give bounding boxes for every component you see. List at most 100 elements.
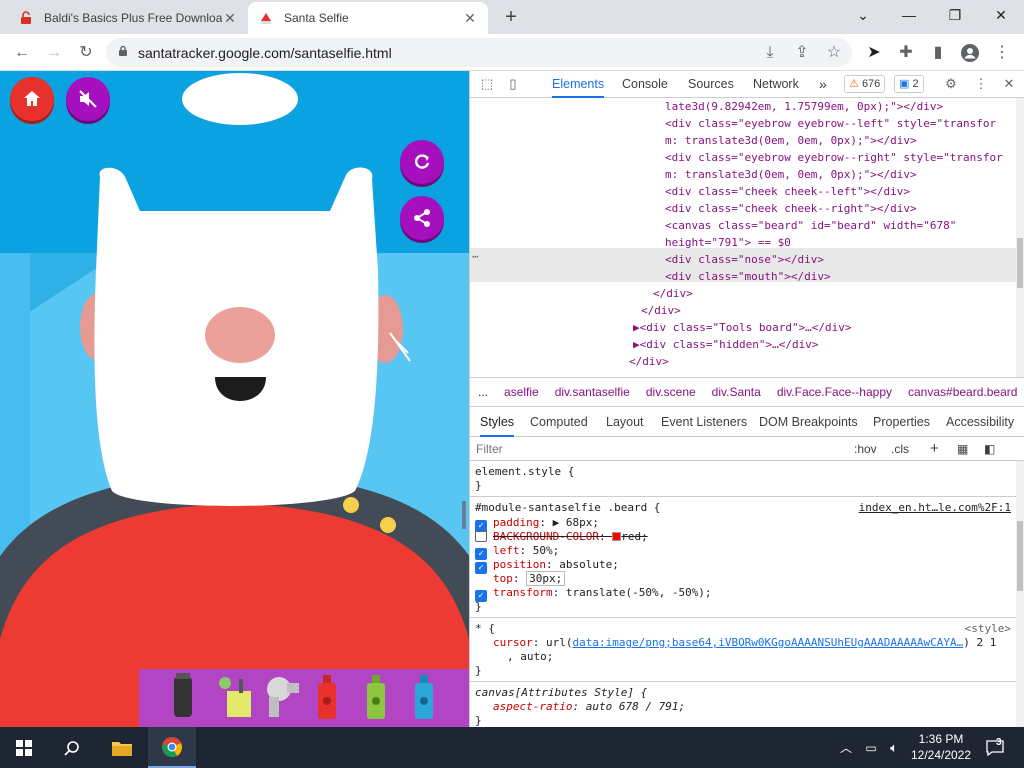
dom-line[interactable]: <div class="mouth"></div> bbox=[665, 268, 831, 285]
home-button[interactable] bbox=[10, 77, 54, 121]
dom-line[interactable]: <div class="nose"></div> bbox=[665, 251, 824, 268]
extensions-puzzle-icon[interactable]: ✚ bbox=[892, 39, 920, 67]
mute-button[interactable] bbox=[66, 77, 110, 121]
tab-event-listeners[interactable]: Event Listeners bbox=[661, 407, 747, 437]
breadcrumb-item[interactable]: aselfie bbox=[504, 385, 539, 399]
menu-kebab-icon[interactable]: ⋮ bbox=[988, 39, 1016, 67]
css-property-row-editing[interactable]: top: 30px; bbox=[493, 571, 566, 586]
close-window-button[interactable]: ✕ bbox=[978, 0, 1024, 30]
dom-line[interactable]: <div class="eyebrow eyebrow--right" styl… bbox=[665, 149, 1003, 166]
hair-dryer-tool[interactable] bbox=[267, 677, 299, 717]
menu-kebab-icon[interactable]: ⋮ bbox=[972, 75, 990, 93]
property-checkbox[interactable] bbox=[475, 530, 487, 542]
breadcrumb-item[interactable]: div.scene bbox=[646, 385, 696, 399]
tab-baldis-basics[interactable]: Baldi's Basics Plus Free Download ✕ bbox=[8, 2, 248, 34]
breadcrumb-item-selected[interactable]: canvas#beard.beard bbox=[908, 385, 1017, 399]
system-clock[interactable]: 1:36 PM 12/24/2022 bbox=[906, 731, 976, 763]
hair-gel-tool[interactable] bbox=[219, 677, 251, 717]
warnings-badge[interactable]: ⚠ 676 bbox=[844, 75, 886, 93]
dom-line[interactable]: <canvas class="beard" id="beard" width="… bbox=[665, 217, 956, 234]
breadcrumb-item[interactable]: div.Santa bbox=[712, 385, 761, 399]
breadcrumb-item[interactable]: div.Face.Face--happy bbox=[777, 385, 892, 399]
tab-elements[interactable]: Elements bbox=[552, 71, 605, 98]
device-toggle-icon[interactable]: ▯ bbox=[504, 75, 522, 93]
address-bar[interactable]: santatracker.google.com/santaselfie.html bbox=[106, 38, 852, 67]
class-toggle[interactable]: .cls bbox=[891, 440, 909, 458]
dom-line[interactable]: <div class="eyebrow eyebrow--left" style… bbox=[665, 115, 996, 132]
clipper-tool[interactable] bbox=[174, 673, 192, 717]
messages-badge[interactable]: ▣ 2 bbox=[894, 75, 924, 93]
property-value-editor[interactable]: 30px; bbox=[526, 571, 566, 586]
paint-icon[interactable]: ▦ bbox=[957, 440, 968, 458]
dom-line[interactable]: ▶<div class="hidden">…</div> bbox=[633, 336, 818, 353]
inspect-element-icon[interactable]: ⬚ bbox=[478, 75, 496, 93]
dom-line[interactable]: late3d(9.82942em, 1.75799em, 0px);"></di… bbox=[665, 98, 943, 115]
css-property-row-disabled[interactable]: background-color: red; bbox=[475, 530, 648, 544]
tab-console[interactable]: Console bbox=[622, 71, 668, 98]
add-rule-icon[interactable]: + bbox=[930, 440, 939, 458]
tab-computed[interactable]: Computed bbox=[530, 407, 588, 437]
volume-icon[interactable]: 🔈︎ bbox=[884, 727, 904, 768]
filter-input[interactable] bbox=[476, 440, 846, 458]
back-arrow-icon[interactable]: ← bbox=[8, 39, 36, 67]
node-menu-icon[interactable]: ⋯ bbox=[472, 248, 479, 265]
chevron-down-icon[interactable]: ⌄ bbox=[840, 0, 886, 30]
reload-icon[interactable]: ↻ bbox=[72, 39, 100, 67]
reset-button[interactable] bbox=[400, 140, 444, 184]
breadcrumb-item[interactable]: div.santaselfie bbox=[555, 385, 630, 399]
notifications-icon[interactable]: 3 bbox=[980, 727, 1010, 768]
green-spray-tool[interactable] bbox=[367, 675, 385, 719]
share-icon[interactable]: ⇪ bbox=[788, 39, 816, 67]
red-spray-tool[interactable] bbox=[318, 675, 336, 719]
side-panel-icon[interactable]: ▮ bbox=[924, 39, 952, 67]
file-explorer-icon[interactable] bbox=[98, 727, 146, 768]
cursor-extension-icon[interactable]: ➤ bbox=[860, 39, 888, 67]
gear-icon[interactable]: ⚙ bbox=[942, 75, 960, 93]
dom-line[interactable]: </div> bbox=[653, 285, 693, 302]
tab-dom-breakpoints[interactable]: DOM Breakpoints bbox=[759, 407, 858, 437]
network-icon[interactable]: ▭ bbox=[860, 727, 882, 768]
styles-scrollbar[interactable] bbox=[1016, 461, 1024, 727]
forward-arrow-icon[interactable]: → bbox=[40, 39, 68, 67]
tab-network[interactable]: Network bbox=[753, 71, 799, 98]
chrome-taskbar-icon[interactable] bbox=[148, 727, 196, 768]
property-checkbox[interactable]: ✓ bbox=[475, 562, 487, 574]
new-tab-button[interactable]: + bbox=[498, 4, 524, 30]
rule-source-link[interactable]: index_en.ht…le.com%2F:1 bbox=[859, 501, 1011, 515]
data-url-link[interactable]: data:image/png;base64,iVBORw0KGgoAAAANSU… bbox=[573, 636, 964, 649]
close-tab-icon[interactable]: ✕ bbox=[462, 10, 478, 27]
windows-start-icon[interactable] bbox=[0, 727, 48, 768]
hover-state-toggle[interactable]: :hov bbox=[854, 440, 877, 458]
dom-tree[interactable]: ⋯ late3d(9.82942em, 1.75799em, 0px);"></… bbox=[470, 98, 1017, 377]
css-property-row[interactable]: ✓ transform: translate(-50%, -50%); bbox=[475, 586, 712, 602]
tab-styles[interactable]: Styles bbox=[480, 407, 515, 437]
more-tabs-button[interactable]: » bbox=[819, 71, 827, 98]
install-icon[interactable]: ⤓ bbox=[756, 39, 784, 67]
css-property-row[interactable]: cursor: url(data:image/png;base64,iVBORw… bbox=[493, 636, 996, 650]
tab-sources[interactable]: Sources bbox=[688, 71, 734, 98]
dom-scrollbar[interactable] bbox=[1016, 98, 1024, 377]
minimize-button[interactable]: — bbox=[886, 0, 932, 30]
dom-line[interactable]: m: translate3d(0em, 0em, 0px);"></div> bbox=[665, 166, 917, 183]
profile-avatar-icon[interactable] bbox=[956, 39, 984, 67]
dom-line[interactable]: height="791"> == $0 bbox=[665, 234, 791, 251]
dom-line[interactable]: m: translate3d(0em, 0em, 0px);"></div> bbox=[665, 132, 917, 149]
dom-line[interactable]: </div> bbox=[641, 302, 681, 319]
search-icon[interactable] bbox=[48, 727, 96, 768]
tab-santa-selfie[interactable]: Santa Selfie ✕ bbox=[248, 2, 488, 34]
sidebar-toggle-icon[interactable]: ◧ bbox=[984, 440, 995, 458]
blue-spray-tool[interactable] bbox=[415, 675, 433, 719]
styles-pane[interactable]: element.style { } #module-santaselfie .b… bbox=[470, 461, 1017, 727]
dom-line[interactable]: <div class="cheek cheek--right"></div> bbox=[665, 200, 917, 217]
dom-line[interactable]: <div class="cheek cheek--left"></div> bbox=[665, 183, 910, 200]
tab-properties[interactable]: Properties bbox=[873, 407, 930, 437]
close-tab-icon[interactable]: ✕ bbox=[222, 10, 238, 27]
breadcrumb-more[interactable]: ... bbox=[478, 385, 488, 399]
dom-line[interactable]: ▶<div class="Tools board">…</div> bbox=[633, 319, 852, 336]
restore-button[interactable]: ❐ bbox=[932, 0, 978, 30]
close-icon[interactable]: ✕ bbox=[1000, 75, 1018, 93]
bookmark-star-icon[interactable]: ☆ bbox=[820, 39, 848, 67]
share-button[interactable] bbox=[400, 196, 444, 240]
tab-accessibility[interactable]: Accessibility bbox=[946, 407, 1014, 437]
color-swatch[interactable] bbox=[612, 532, 622, 541]
